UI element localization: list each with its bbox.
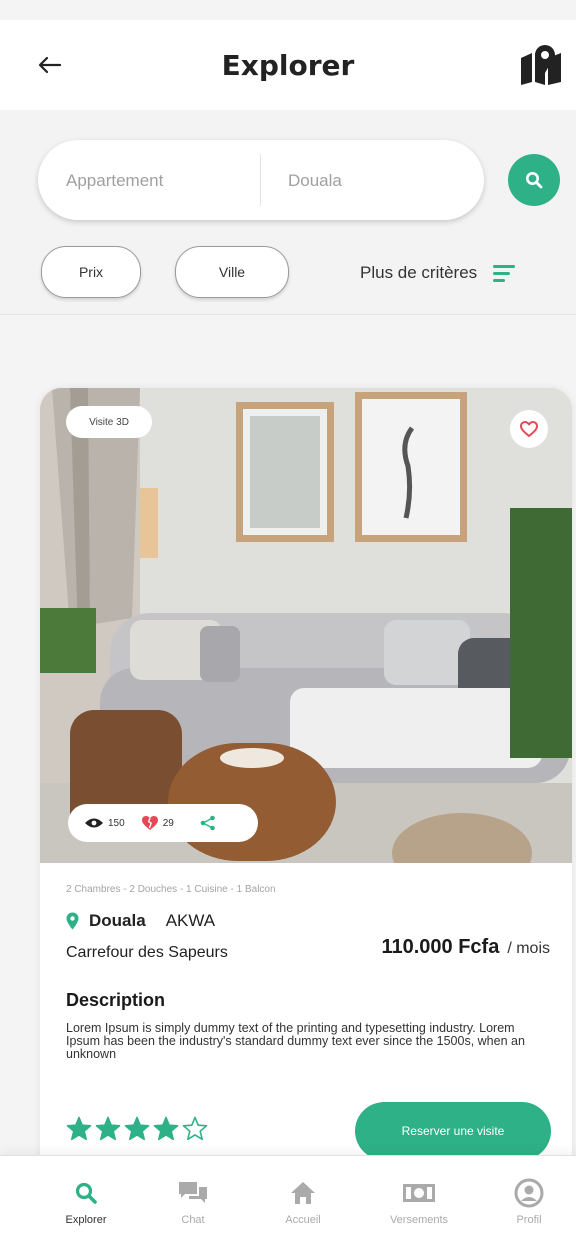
- price-unit: / mois: [507, 940, 550, 957]
- app-header: Explorer: [0, 20, 576, 110]
- star-filled-icon: [153, 1116, 179, 1141]
- listing-card[interactable]: Visite 3D 150 29 2 Chambres - 2 Douches …: [40, 388, 572, 1168]
- star-filled-icon: [66, 1116, 92, 1141]
- search-icon: [75, 1182, 97, 1204]
- chat-icon: [179, 1182, 207, 1203]
- filter-icon: [493, 263, 516, 283]
- rating-stars: [66, 1116, 208, 1141]
- page-title: Explorer: [221, 48, 355, 82]
- listing-photo[interactable]: Visite 3D 150 29: [40, 388, 572, 863]
- listing-address: Carrefour des Sapeurs: [66, 944, 228, 961]
- bottom-nav: Explorer Chat Accueil Versements Profil: [0, 1155, 576, 1255]
- share-button[interactable]: [200, 815, 216, 831]
- search-button[interactable]: [508, 154, 560, 206]
- nav-label: Explorer: [65, 1214, 107, 1226]
- back-button[interactable]: [38, 50, 78, 80]
- nav-label: Versements: [389, 1214, 449, 1226]
- reserve-visit-button[interactable]: Reserver une visite: [355, 1102, 551, 1160]
- heart-broken-icon: [141, 816, 158, 830]
- nav-label: Profil: [516, 1214, 542, 1226]
- star-outline-icon: [182, 1116, 208, 1141]
- views-count: 150: [108, 817, 125, 829]
- search-section: Prix Ville Plus de critères: [0, 110, 576, 315]
- property-type-input[interactable]: [64, 140, 254, 222]
- nav-item-explorer[interactable]: Explorer: [31, 1156, 141, 1255]
- filter-chip-city[interactable]: Ville: [175, 246, 289, 298]
- listing-features: 2 Chambres - 2 Douches - 1 Cuisine - 1 B…: [66, 884, 276, 895]
- more-criteria-button[interactable]: Plus de critères: [360, 258, 516, 288]
- eye-icon: [85, 818, 103, 828]
- nav-item-profile[interactable]: Profil: [474, 1156, 576, 1255]
- living-room-image: [40, 388, 572, 863]
- location-pin-icon: [66, 912, 79, 930]
- search-bar: [38, 140, 484, 222]
- nav-item-payments[interactable]: Versements: [364, 1156, 474, 1255]
- search-icon: [526, 172, 543, 189]
- price-value: 110.000 Fcfa: [381, 936, 500, 958]
- description-title: Description: [66, 990, 166, 1010]
- profile-icon: [514, 1178, 544, 1208]
- nav-label: Chat: [181, 1214, 205, 1226]
- nav-label: Accueil: [285, 1214, 321, 1226]
- heart-outline-icon: [520, 421, 538, 437]
- nav-item-home[interactable]: Accueil: [248, 1156, 358, 1255]
- favorite-button[interactable]: [510, 410, 548, 448]
- description-text: Lorem Ipsum is simply dummy text of the …: [66, 1021, 525, 1061]
- listing-stats: 150 29: [68, 804, 258, 842]
- star-filled-icon: [124, 1116, 150, 1141]
- listing-district: AKWA: [165, 911, 216, 930]
- listing-price: 110.000 Fcfa / mois: [381, 936, 550, 959]
- map-button[interactable]: [518, 44, 564, 86]
- more-criteria-label: Plus de critères: [360, 263, 478, 282]
- arrow-left-icon: [38, 56, 62, 74]
- star-filled-icon: [95, 1116, 121, 1141]
- listing-city: Douala: [89, 911, 146, 930]
- search-divider: [260, 154, 261, 206]
- likes-count: 29: [162, 817, 174, 829]
- map-pin-icon: [521, 45, 561, 85]
- cash-icon: [403, 1184, 435, 1202]
- city-input[interactable]: [286, 140, 470, 222]
- filter-chip-price[interactable]: Prix: [41, 246, 141, 298]
- share-icon: [200, 815, 215, 831]
- listing-location: Douala AKWA: [66, 908, 215, 934]
- home-icon: [291, 1182, 315, 1204]
- visit-3d-badge[interactable]: Visite 3D: [66, 406, 152, 438]
- nav-item-chat[interactable]: Chat: [138, 1156, 248, 1255]
